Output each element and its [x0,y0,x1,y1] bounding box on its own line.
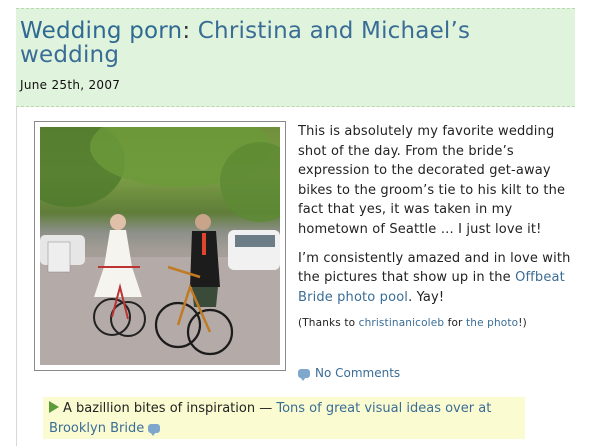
arrow-right-icon [49,401,59,413]
wedding-photo-frame[interactable] [34,121,286,371]
photo-credit: (Thanks to christinanicoleb for the phot… [298,316,580,330]
paragraph-1: This is absolutely my favorite wedding s… [298,124,566,237]
related-comment-icon[interactable] [148,424,161,436]
title-line1: Christina and Michael’s [197,18,471,44]
paragraph-2: I’m consistently amazed and in love with… [298,249,580,308]
comments-link[interactable]: No Comments [298,366,400,381]
left-divider [16,107,17,446]
paragraph-2-suffix: . Yay! [408,289,445,305]
credit-suffix: !) [518,317,527,330]
post-title: Wedding porn: Christina and Michael’s wed… [20,19,575,67]
wedding-photo[interactable] [40,127,280,365]
credit-prefix: (Thanks to [298,317,359,330]
title-separator: : [182,18,191,44]
photographer-link[interactable]: christinanicoleb [359,317,444,329]
post-date: June 25th, 2007 [20,78,121,92]
title-line2: wedding [20,42,120,68]
photo-source-link[interactable]: the photo [466,317,518,329]
post-header: Wedding porn: Christina and Michael’s wed… [16,8,575,107]
related-post-box: A bazillion bites of inspiration — Tons … [43,397,525,439]
post-content: This is absolutely my favorite wedding s… [298,122,580,339]
credit-mid: for [444,317,467,330]
comment-bubble-icon [298,368,310,381]
related-prefix: A bazillion bites of inspiration — [63,401,277,416]
comments-label[interactable]: No Comments [315,366,400,380]
photo-illustration [40,127,280,365]
category-link[interactable]: Wedding porn [20,18,182,44]
